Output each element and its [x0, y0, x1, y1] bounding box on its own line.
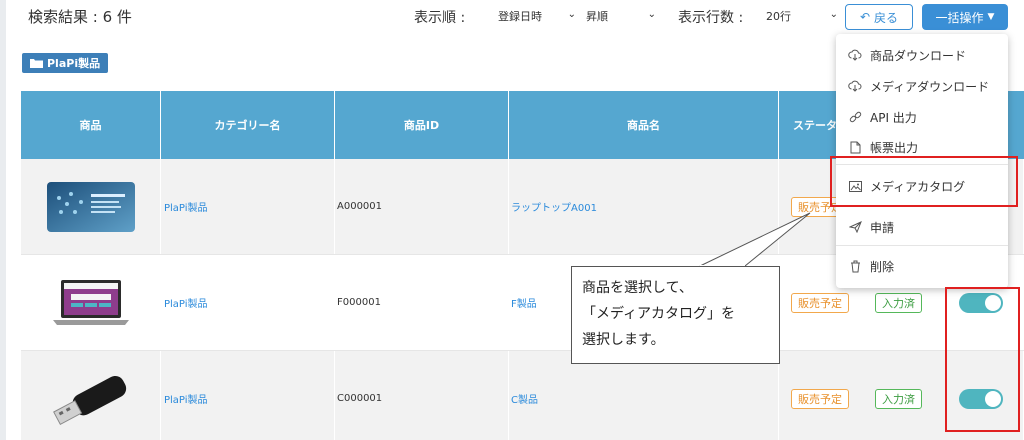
menu-item-product-download[interactable]: 商品ダウンロード — [836, 40, 1008, 70]
product-name-cell[interactable]: ラップトップA001 — [509, 159, 779, 254]
chevron-down-icon: ⌄ — [829, 9, 838, 20]
highlight-media-catalog — [830, 156, 1018, 207]
folder-chip-label: PlaPi製品 — [47, 57, 101, 70]
bulk-action-button[interactable]: 一括操作 ▼ — [922, 4, 1008, 30]
menu-item-delete[interactable]: 削除 — [836, 251, 1008, 281]
trash-icon — [848, 260, 862, 273]
website-banner-thumbnail[interactable] — [46, 181, 135, 232]
header-product-name[interactable]: 商品名 — [509, 91, 779, 159]
result-count: 検索結果 : 6 件 — [28, 8, 132, 26]
document-icon — [848, 141, 862, 154]
sort-order-value: 登録日時 — [498, 10, 542, 23]
status-badge: 販売予定 — [791, 389, 849, 409]
highlight-toggles — [945, 287, 1020, 432]
product-image-cell — [21, 351, 161, 440]
callout-line-2: 「メディアカタログ」を — [582, 306, 736, 322]
chevron-down-icon: ⌄ — [567, 9, 576, 20]
input-status-badge: 入力済 — [875, 293, 922, 313]
sort-order-select[interactable]: 登録日時 ⌄ — [490, 2, 582, 30]
menu-item-label: 商品ダウンロード — [870, 48, 967, 63]
menu-divider — [836, 245, 1008, 246]
rows-per-page-value: 20行 — [766, 10, 791, 23]
status-badge: 販売予定 — [791, 293, 849, 313]
callout-line-3: 選択します。 — [582, 332, 665, 348]
rows-per-page-label: 表示行数 : — [678, 10, 744, 26]
category-cell[interactable]: PlaPi製品 — [161, 351, 335, 440]
chevron-down-icon: ⌄ — [647, 9, 656, 20]
menu-item-label: 削除 — [870, 259, 895, 274]
sort-direction-select[interactable]: 昇順 ⌄ — [578, 2, 662, 30]
cloud-download-icon — [848, 49, 862, 61]
laptop-thumbnail[interactable] — [51, 276, 131, 330]
product-name-cell[interactable]: C製品 — [509, 351, 779, 440]
callout-line-1: 商品を選択して、 — [582, 280, 693, 296]
product-id-cell: F000001 — [335, 255, 509, 350]
product-id-cell: A000001 — [335, 159, 509, 254]
category-cell[interactable]: PlaPi製品 — [161, 255, 335, 350]
input-status-badge: 入力済 — [875, 389, 922, 409]
category-cell[interactable]: PlaPi製品 — [161, 159, 335, 254]
header-category[interactable]: カテゴリー名 — [161, 91, 335, 159]
header-product[interactable]: 商品 — [21, 91, 161, 159]
folder-icon — [30, 59, 43, 68]
menu-item-label: メディアダウンロード — [870, 79, 990, 94]
left-edge-bar — [0, 0, 6, 440]
send-icon — [848, 221, 862, 233]
header-product-id[interactable]: 商品ID — [335, 91, 509, 159]
menu-item-label: 申請 — [870, 220, 895, 235]
folder-chip[interactable]: PlaPi製品 — [22, 53, 109, 73]
product-image-cell — [21, 159, 161, 254]
instruction-callout: 商品を選択して、 「メディアカタログ」を 選択します。 — [571, 266, 780, 364]
caret-down-icon: ▼ — [987, 12, 995, 22]
link-icon — [848, 111, 862, 124]
table-row[interactable]: PlaPi製品 C000001 C製品 販売予定 入力済 — [21, 351, 1024, 440]
menu-item-api-export[interactable]: API 出力 — [836, 102, 1008, 132]
cloud-download-icon — [848, 80, 862, 92]
usb-drive-thumbnail[interactable] — [46, 369, 136, 429]
back-button[interactable]: ↶ 戻る — [845, 4, 913, 30]
sort-direction-value: 昇順 — [586, 10, 608, 23]
rows-per-page-select[interactable]: 20行 ⌄ — [758, 2, 844, 30]
product-image-cell — [21, 255, 161, 350]
bulk-action-label: 一括操作 — [935, 10, 984, 25]
undo-arrow-icon: ↶ — [859, 10, 871, 24]
menu-item-apply[interactable]: 申請 — [836, 212, 1008, 242]
menu-item-media-download[interactable]: メディアダウンロード — [836, 71, 1008, 101]
menu-item-label: 帳票出力 — [870, 140, 919, 155]
product-id-cell: C000001 — [335, 351, 509, 440]
menu-item-label: API 出力 — [870, 110, 917, 125]
sort-label: 表示順 : — [414, 10, 466, 26]
back-button-label: 戻る — [874, 10, 899, 25]
toolbar: 検索結果 : 6 件 表示順 : 登録日時 ⌄ 昇順 ⌄ 表示行数 : 20行 … — [6, 0, 1024, 34]
